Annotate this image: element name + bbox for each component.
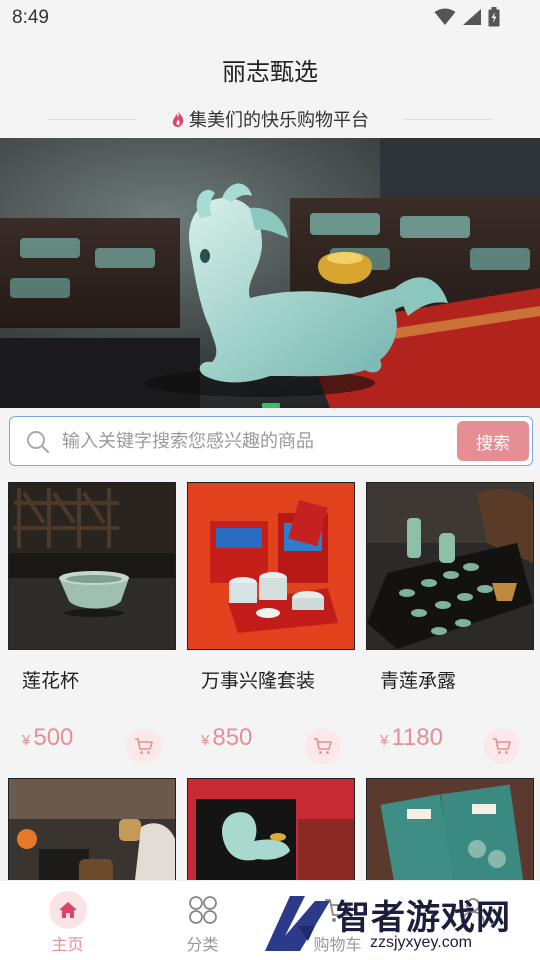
tab-label: 分类 <box>186 935 219 954</box>
product-image[interactable] <box>366 482 534 650</box>
product-card[interactable]: 莲花杯 ¥500 <box>8 482 176 764</box>
cart-icon <box>135 738 153 754</box>
product-card[interactable]: 万事兴隆套装 ¥850 <box>187 482 355 764</box>
page-title: 丽志甄选 <box>222 58 318 86</box>
product-price: ¥850 <box>201 724 252 752</box>
home-icon <box>59 902 77 918</box>
add-to-cart-button[interactable] <box>126 728 162 764</box>
carousel-indicator[interactable] <box>262 403 280 408</box>
battery-icon <box>488 7 500 27</box>
product-image[interactable] <box>187 778 355 888</box>
product-card[interactable] <box>366 778 534 888</box>
wifi-icon <box>434 8 456 25</box>
product-card[interactable] <box>187 778 355 888</box>
tab-home[interactable]: 主页 <box>0 881 135 960</box>
cart-icon <box>314 738 332 754</box>
home-icon-wrap <box>49 891 87 929</box>
search-bar: 搜索 <box>9 416 533 466</box>
status-bar: 8:49 <box>0 0 540 36</box>
cart-icon <box>493 738 511 754</box>
currency-symbol: ¥ <box>380 732 389 749</box>
product-image[interactable] <box>366 778 534 888</box>
category-icon <box>189 896 217 924</box>
price-value: 1180 <box>391 724 443 751</box>
product-price: ¥1180 <box>380 724 443 752</box>
add-to-cart-button[interactable] <box>305 728 341 764</box>
search-icon <box>27 431 49 453</box>
watermark-logo <box>265 896 330 951</box>
slogan: 集美们的快乐购物平台 <box>0 106 540 132</box>
product-name: 万事兴隆套装 <box>201 670 316 692</box>
product-image[interactable] <box>187 482 355 650</box>
price-value: 500 <box>33 724 74 751</box>
add-to-cart-button[interactable] <box>484 728 520 764</box>
search-button[interactable]: 搜索 <box>457 421 529 461</box>
product-name: 青莲承露 <box>380 670 457 692</box>
status-time: 8:49 <box>12 7 49 28</box>
product-price: ¥500 <box>22 724 73 752</box>
product-image[interactable] <box>8 482 176 650</box>
flame-icon <box>172 111 184 127</box>
slogan-row: 集美们的快乐购物平台 <box>0 106 540 134</box>
slogan-text: 集美们的快乐购物平台 <box>189 110 369 131</box>
watermark: 智者游戏网 zzsjyxyey.com <box>260 886 540 960</box>
status-icons <box>434 7 500 27</box>
signal-icon <box>463 9 481 25</box>
search-input[interactable] <box>62 423 452 459</box>
tab-label: 主页 <box>51 935 84 954</box>
currency-symbol: ¥ <box>201 732 210 749</box>
tab-category[interactable]: 分类 <box>135 881 270 960</box>
watermark-url: zzsjyxyey.com <box>370 934 472 951</box>
category-icon-wrap <box>184 891 222 929</box>
product-name: 莲花杯 <box>22 670 80 692</box>
watermark-text: 智者游戏网 <box>336 898 511 938</box>
price-value: 850 <box>212 724 253 751</box>
banner-carousel[interactable] <box>0 138 540 408</box>
product-image[interactable] <box>8 778 176 888</box>
banner-image <box>0 138 540 408</box>
product-card[interactable]: 青莲承露 ¥1180 <box>366 482 534 764</box>
product-card[interactable] <box>8 778 176 888</box>
currency-symbol: ¥ <box>22 732 31 749</box>
